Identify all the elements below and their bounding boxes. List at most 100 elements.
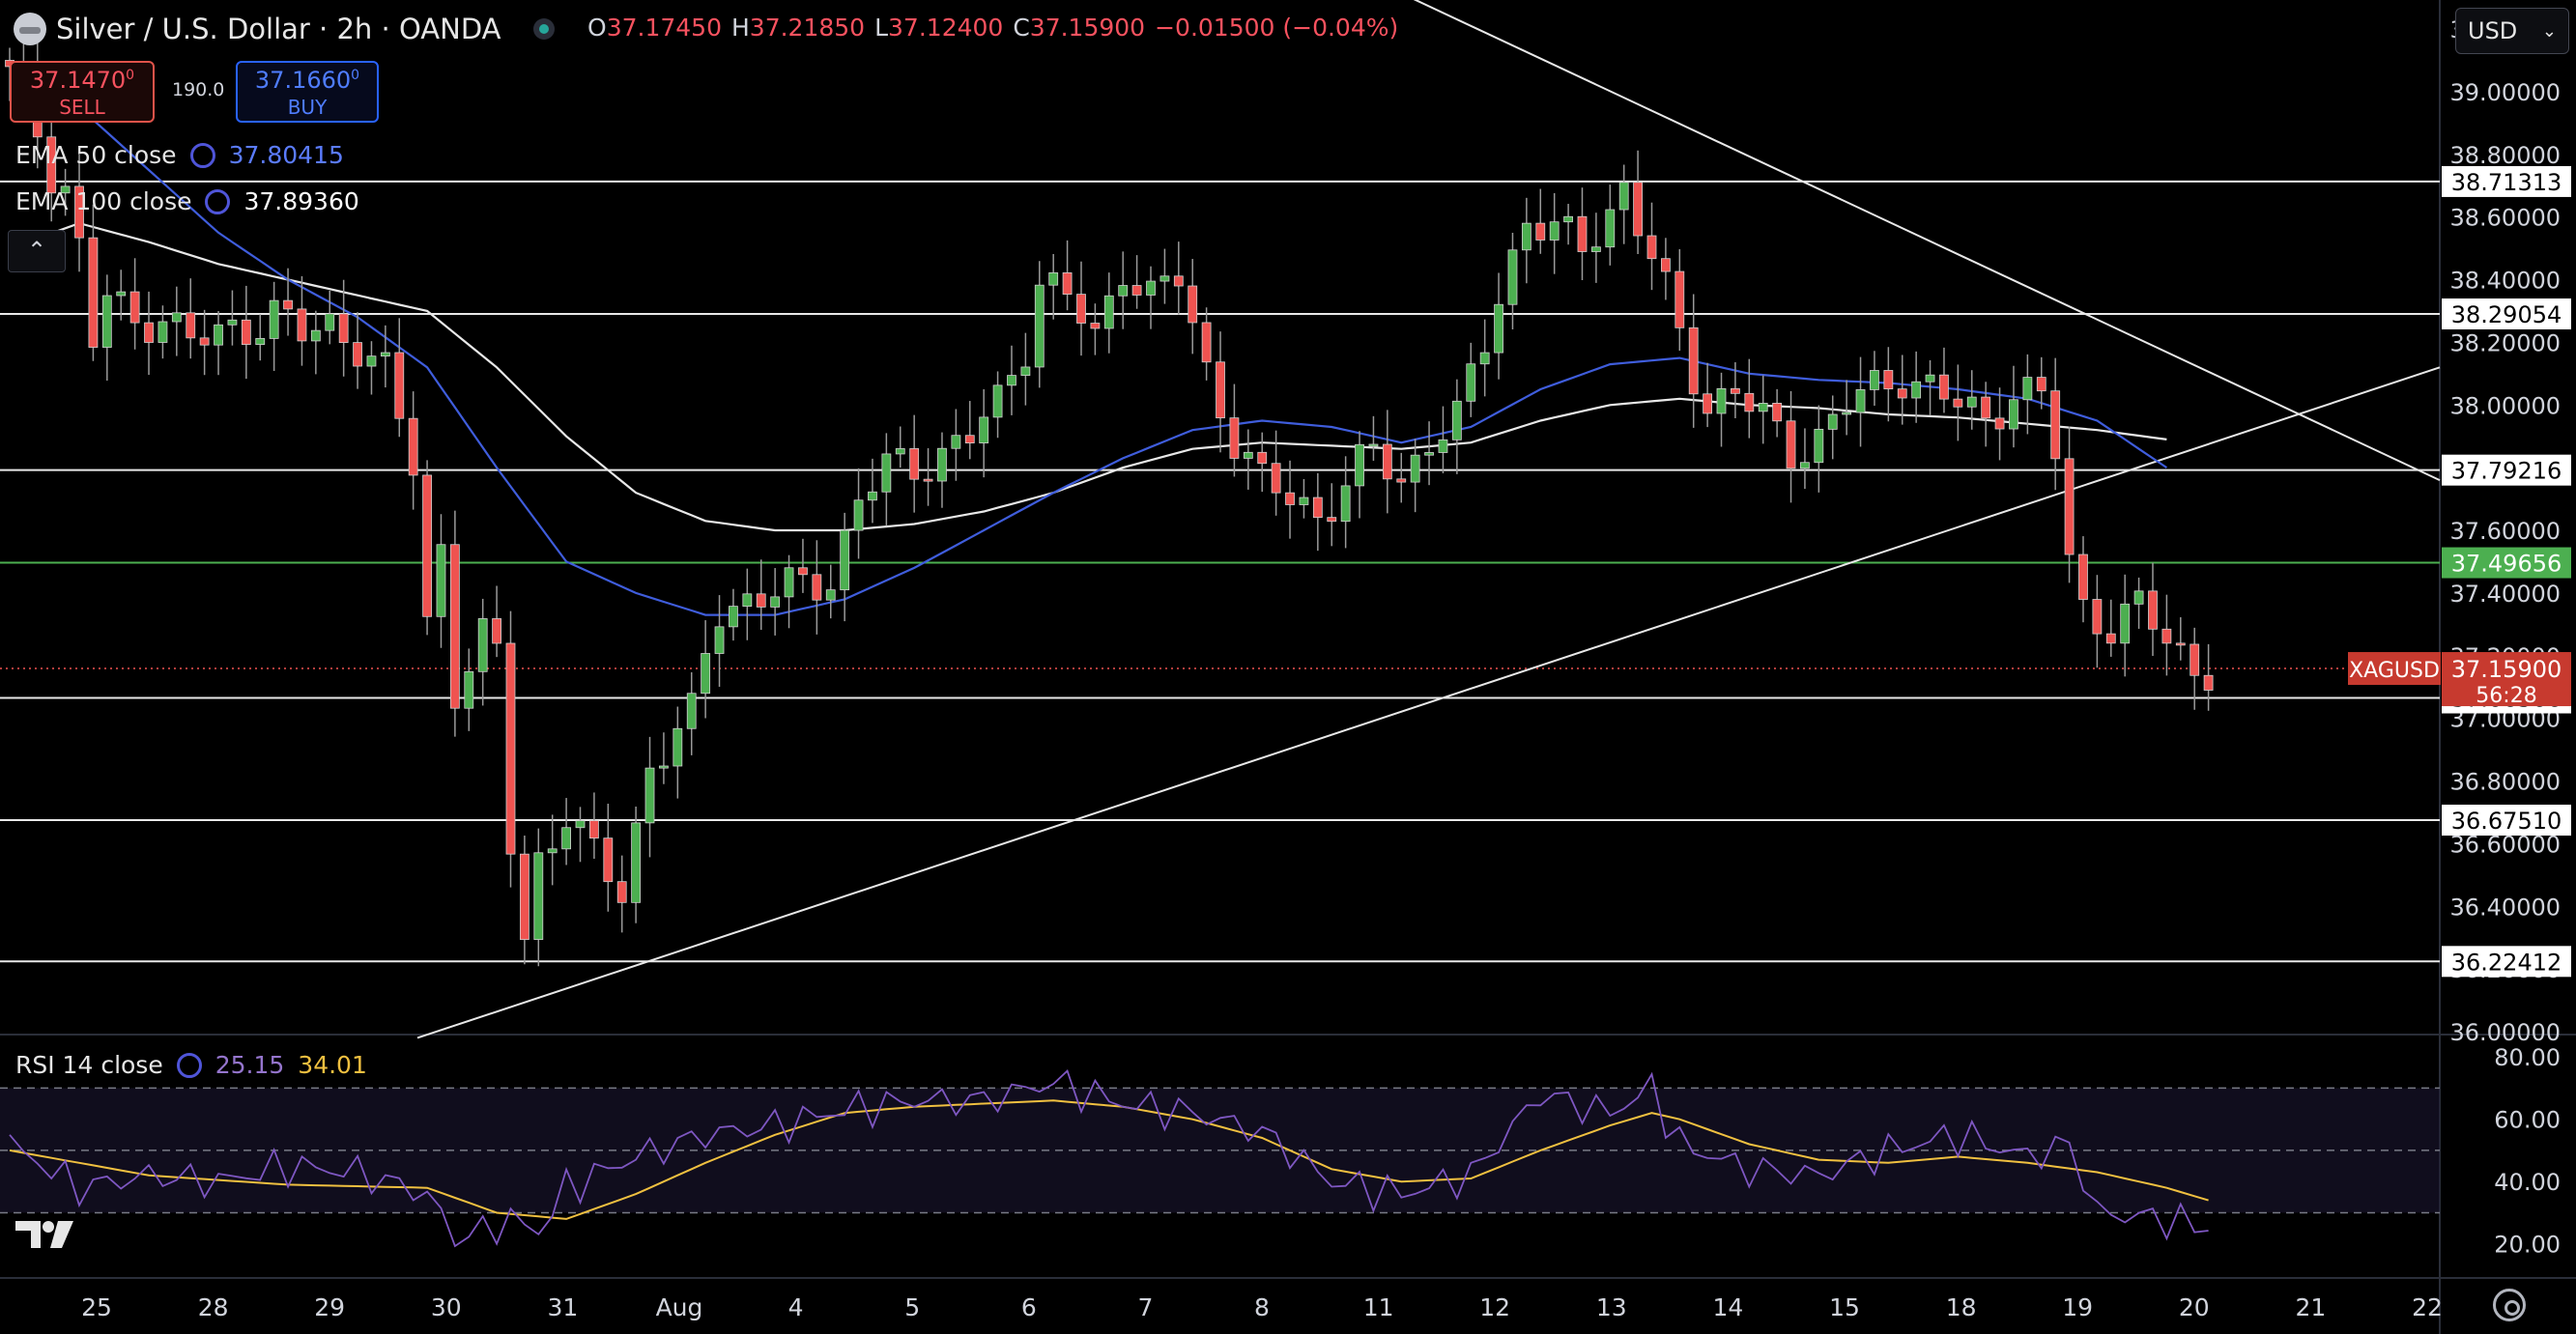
candle — [631, 806, 642, 923]
candle — [366, 341, 377, 395]
candle — [729, 588, 738, 641]
candle-body — [436, 544, 446, 617]
time-tick-label: 19 — [2062, 1293, 2093, 1321]
price-tick-label: 38.00000 — [2449, 392, 2561, 419]
candle-body — [1340, 485, 1351, 523]
sell-button[interactable]: 37.14700 SELL — [10, 61, 155, 123]
time-tick-label: 13 — [1596, 1293, 1627, 1321]
candle — [436, 514, 446, 648]
candle-body — [422, 474, 432, 617]
rsi-ma-value: 34.01 — [298, 1051, 367, 1079]
candle — [881, 433, 892, 526]
candle — [1007, 345, 1016, 415]
price-tick-label: 38.60000 — [2449, 205, 2561, 232]
candle-body — [1563, 215, 1573, 223]
candle-body — [1103, 295, 1114, 329]
level-tag-label: 37.79216 — [2451, 458, 2562, 485]
candle — [394, 318, 405, 438]
candle-body — [673, 727, 683, 767]
candle — [673, 706, 683, 799]
candle-body — [1716, 387, 1727, 414]
candle — [1410, 439, 1420, 513]
candle-body — [603, 837, 614, 883]
candle-body — [840, 529, 850, 591]
candle-body — [1382, 443, 1392, 480]
time-tick-label: 8 — [1254, 1293, 1270, 1321]
level-tag-label: 38.71313 — [2451, 169, 2562, 196]
candle-body — [909, 448, 920, 480]
gear-icon[interactable] — [2493, 1289, 2526, 1321]
candle — [1966, 370, 1977, 430]
candle-body — [1131, 285, 1142, 296]
candle — [964, 401, 975, 460]
market-status-icon — [533, 18, 556, 40]
candle-body — [1855, 389, 1866, 413]
candle — [1173, 241, 1184, 315]
candle-body — [2133, 590, 2144, 605]
candle — [770, 568, 781, 636]
candle-body — [1939, 374, 1949, 400]
candle-body — [1605, 209, 1616, 248]
candle — [979, 388, 989, 478]
candle-body — [129, 291, 140, 324]
candle — [1146, 266, 1156, 329]
price-tick-label: 36.80000 — [2449, 769, 2561, 796]
candle-body — [1355, 443, 1364, 487]
refresh-icon[interactable] — [205, 188, 231, 214]
candle — [199, 309, 210, 376]
chart-header: Silver / U.S. Dollar · 2h · OANDA — [14, 8, 556, 50]
candle-body — [1396, 478, 1407, 483]
candle — [1827, 395, 1838, 460]
candle — [561, 798, 572, 866]
candle — [1424, 421, 1434, 486]
price-tick-label: 38.20000 — [2449, 329, 2561, 356]
price-tick-label: 38.40000 — [2449, 268, 2561, 295]
candle — [1994, 387, 2005, 461]
currency-select[interactable]: USD ⌄ — [2455, 8, 2569, 54]
buy-button[interactable]: 37.16600 BUY — [236, 61, 379, 123]
price-tick-label: 36.00000 — [2449, 1019, 2561, 1046]
candle — [338, 279, 349, 377]
candle — [1549, 192, 1560, 274]
candle-body — [1285, 492, 1295, 505]
candle-body — [2105, 633, 2116, 644]
refresh-icon[interactable] — [176, 1052, 202, 1078]
candle-body — [464, 670, 474, 709]
candle — [519, 835, 530, 965]
ema100-legend[interactable]: EMA 100 close 37.89360 — [15, 187, 359, 215]
candle-body — [1703, 393, 1713, 414]
refresh-icon[interactable] — [189, 142, 215, 168]
candle-body — [659, 765, 669, 769]
price-chart[interactable]: 20.0040.0060.0080.00 36.0000036.2000036.… — [0, 0, 2576, 1334]
collapse-legend-button[interactable]: ⌃ — [8, 230, 66, 272]
candle-body — [631, 822, 642, 903]
rsi-legend[interactable]: RSI 14 close 25.15 34.01 — [15, 1051, 367, 1079]
time-tick-label: 25 — [81, 1293, 112, 1321]
candle-body — [1549, 221, 1560, 241]
candle-body — [449, 544, 460, 709]
price-tick-label: 38.80000 — [2449, 142, 2561, 169]
ema50-legend[interactable]: EMA 50 close 37.80415 — [15, 141, 344, 169]
candle-body — [964, 435, 975, 444]
candle-body — [853, 499, 864, 531]
symbol-tag-label: XAGUSD — [2349, 659, 2440, 683]
candle-body — [214, 324, 223, 346]
candle — [1368, 415, 1379, 461]
candle — [1299, 478, 1309, 519]
ema100-label: EMA 100 close — [15, 187, 192, 215]
candle-body — [144, 322, 154, 343]
candle — [1285, 460, 1295, 539]
candle-body — [979, 416, 989, 444]
candle — [101, 274, 112, 382]
candle — [1048, 253, 1059, 320]
candle — [255, 314, 266, 361]
candle — [533, 828, 544, 967]
symbol-title[interactable]: Silver / U.S. Dollar · 2h · OANDA — [56, 13, 501, 45]
spread-value: 190.0 — [172, 79, 225, 100]
candle — [505, 610, 516, 888]
time-tick-label: 22 — [2412, 1293, 2443, 1321]
candle — [171, 286, 182, 356]
candle-body — [812, 574, 822, 601]
candle-body — [1034, 284, 1045, 368]
candle — [1633, 150, 1643, 254]
